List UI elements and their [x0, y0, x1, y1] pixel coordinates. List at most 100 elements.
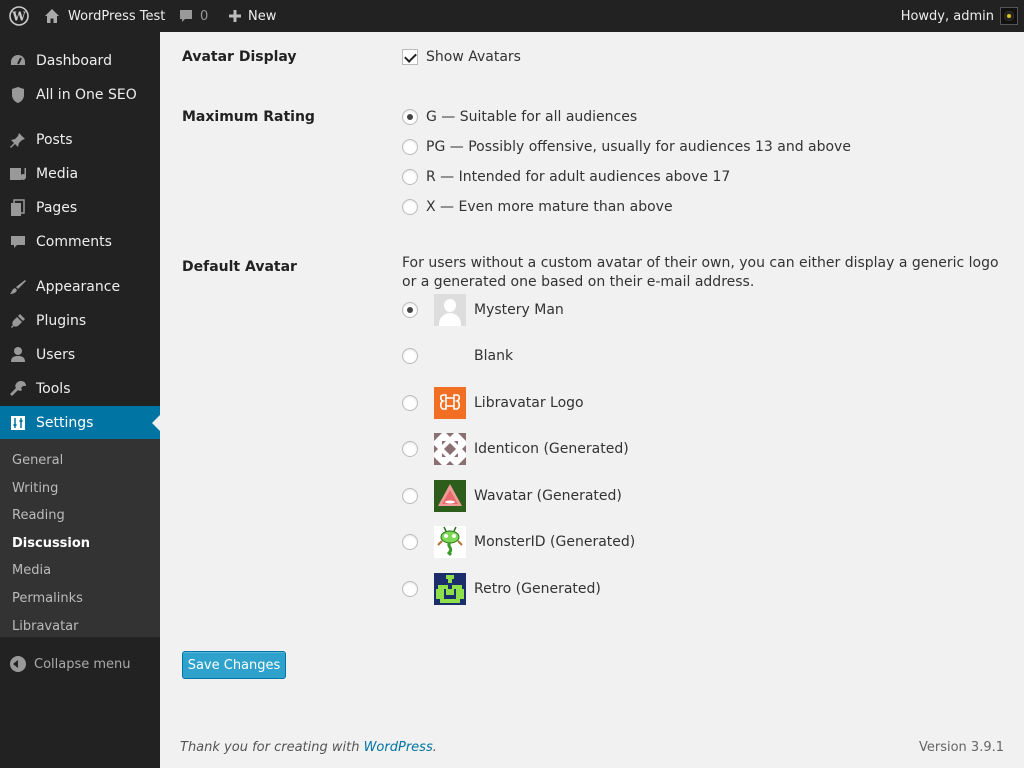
- menu-label: Media: [36, 166, 79, 182]
- avatar-radio[interactable]: [402, 302, 418, 318]
- menu-label: Dashboard: [36, 53, 112, 69]
- footer-thanks-suffix: .: [432, 740, 437, 755]
- menu-label: Settings: [36, 415, 94, 431]
- site-name-label: WordPress Test: [68, 8, 166, 24]
- new-label: New: [248, 8, 277, 24]
- menu-item-tools[interactable]: Tools: [0, 372, 160, 406]
- avatar-radio[interactable]: [402, 395, 418, 411]
- user-avatar: [1000, 7, 1018, 25]
- menu-item-users[interactable]: Users: [0, 338, 160, 372]
- rating-label: G — Suitable for all audiences: [426, 109, 638, 125]
- rating-radio[interactable]: [402, 169, 418, 185]
- avatar-option-monsterid[interactable]: MonsterID (Generated): [402, 526, 635, 558]
- rating-option-pg[interactable]: PG — Possibly offensive, usually for aud…: [402, 139, 851, 155]
- avatar-option-retro[interactable]: Retro (Generated): [402, 573, 601, 605]
- menu-item-appearance[interactable]: Appearance: [0, 270, 160, 304]
- comments-count: 0: [200, 8, 209, 24]
- menu-label: Posts: [36, 132, 73, 148]
- home-icon: [45, 9, 59, 23]
- pages-icon: [0, 199, 36, 217]
- avatar-radio[interactable]: [402, 534, 418, 550]
- submenu-item-permalinks[interactable]: Permalinks: [12, 591, 83, 606]
- menu-item-media[interactable]: Media: [0, 157, 160, 191]
- submenu-item-reading[interactable]: Reading: [12, 508, 65, 523]
- menu-item-settings[interactable]: Settings: [0, 406, 160, 440]
- pin-icon: [0, 131, 36, 149]
- settings-content: Avatar Display Show Avatars Maximum Rati…: [160, 32, 1024, 768]
- howdy-label: Howdy, admin: [900, 8, 994, 24]
- menu-item-posts[interactable]: Posts: [0, 123, 160, 157]
- footer-thanks: Thank you for creating with WordPress.: [180, 740, 437, 755]
- settings-icon: [0, 415, 36, 431]
- avatar-option-label: Blank: [474, 348, 514, 364]
- submenu-item-discussion[interactable]: Discussion: [12, 536, 90, 551]
- rating-label: X — Even more mature than above: [426, 199, 673, 215]
- monsterid-avatar: [434, 526, 466, 558]
- dashboard-icon: [0, 52, 36, 70]
- menu-item-pages[interactable]: Pages: [0, 191, 160, 225]
- footer-thanks-text: Thank you for creating with: [180, 740, 364, 755]
- user-icon: [0, 346, 36, 364]
- avatar-option-label: Retro (Generated): [474, 581, 601, 597]
- admin-bar: W WordPress Test 0 New Howdy, admin: [0, 0, 1024, 32]
- avatar-option-label: Libravatar Logo: [474, 395, 584, 411]
- rating-option-g[interactable]: G — Suitable for all audiences: [402, 109, 637, 125]
- avatar-option-label: Identicon (Generated): [474, 441, 629, 457]
- menu-item-all-in-one-seo[interactable]: All in One SEO: [0, 78, 160, 112]
- account-menu[interactable]: Howdy, admin: [901, 0, 1018, 32]
- avatar-radio[interactable]: [402, 348, 418, 364]
- avatar-option-wavatar[interactable]: Wavatar (Generated): [402, 480, 622, 512]
- identicon-avatar: [434, 433, 466, 465]
- avatar-option-blank[interactable]: Blank: [402, 340, 513, 372]
- rating-label: PG — Possibly offensive, usually for aud…: [426, 139, 851, 155]
- submenu-item-libravatar[interactable]: Libravatar: [12, 619, 79, 634]
- avatar-radio[interactable]: [402, 581, 418, 597]
- submenu-item-media[interactable]: Media: [12, 563, 51, 578]
- avatar-display-label: Avatar Display: [182, 49, 297, 65]
- menu-label: Comments: [36, 234, 112, 250]
- wordpress-logo-icon[interactable]: W: [8, 0, 30, 32]
- save-changes-button[interactable]: Save Changes: [182, 651, 286, 679]
- libravatar-logo-avatar: [434, 387, 466, 419]
- menu-item-dashboard[interactable]: Dashboard: [0, 44, 160, 78]
- collapse-menu-button[interactable]: Collapse menu: [10, 656, 131, 672]
- menu-label: Tools: [36, 381, 71, 397]
- menu-label: Users: [36, 347, 76, 363]
- collapse-label: Collapse menu: [34, 656, 131, 672]
- mystery-man-avatar: [434, 294, 466, 326]
- submenu-item-general[interactable]: General: [12, 453, 63, 468]
- menu-item-comments[interactable]: Comments: [0, 225, 160, 259]
- site-name-link[interactable]: WordPress Test: [44, 0, 165, 32]
- avatar-option-label: MonsterID (Generated): [474, 534, 636, 550]
- show-avatars-checkbox[interactable]: [402, 49, 418, 65]
- retro-avatar: [434, 573, 466, 605]
- rating-option-r[interactable]: R — Intended for adult audiences above 1…: [402, 169, 730, 185]
- avatar-option-label: Mystery Man: [474, 302, 564, 318]
- submenu-item-writing[interactable]: Writing: [12, 481, 58, 496]
- show-avatars-label: Show Avatars: [426, 49, 521, 65]
- comment-icon: [180, 10, 192, 22]
- media-icon: [0, 165, 36, 183]
- rating-radio[interactable]: [402, 109, 418, 125]
- shield-icon: [0, 86, 36, 104]
- plug-icon: [0, 312, 36, 330]
- rating-radio[interactable]: [402, 139, 418, 155]
- default-avatar-label: Default Avatar: [182, 259, 297, 275]
- avatar-option-mystery-man[interactable]: Mystery Man: [402, 294, 564, 326]
- plus-icon: [229, 10, 241, 22]
- brush-icon: [0, 278, 36, 296]
- rating-radio[interactable]: [402, 199, 418, 215]
- comments-link[interactable]: 0: [178, 0, 208, 32]
- avatar-option-libravatar[interactable]: Libravatar Logo: [402, 387, 584, 419]
- rating-option-x[interactable]: X — Even more mature than above: [402, 199, 673, 215]
- admin-menu: Dashboard All in One SEO Posts Media Pag…: [0, 32, 160, 768]
- wordpress-link[interactable]: WordPress: [364, 740, 433, 755]
- new-content-link[interactable]: New: [228, 0, 276, 32]
- avatar-radio[interactable]: [402, 488, 418, 504]
- menu-item-plugins[interactable]: Plugins: [0, 304, 160, 338]
- show-avatars-option[interactable]: Show Avatars: [402, 49, 521, 65]
- avatar-option-identicon[interactable]: Identicon (Generated): [402, 433, 629, 465]
- wavatar-avatar: [434, 480, 466, 512]
- svg-text:W: W: [11, 10, 26, 24]
- avatar-radio[interactable]: [402, 441, 418, 457]
